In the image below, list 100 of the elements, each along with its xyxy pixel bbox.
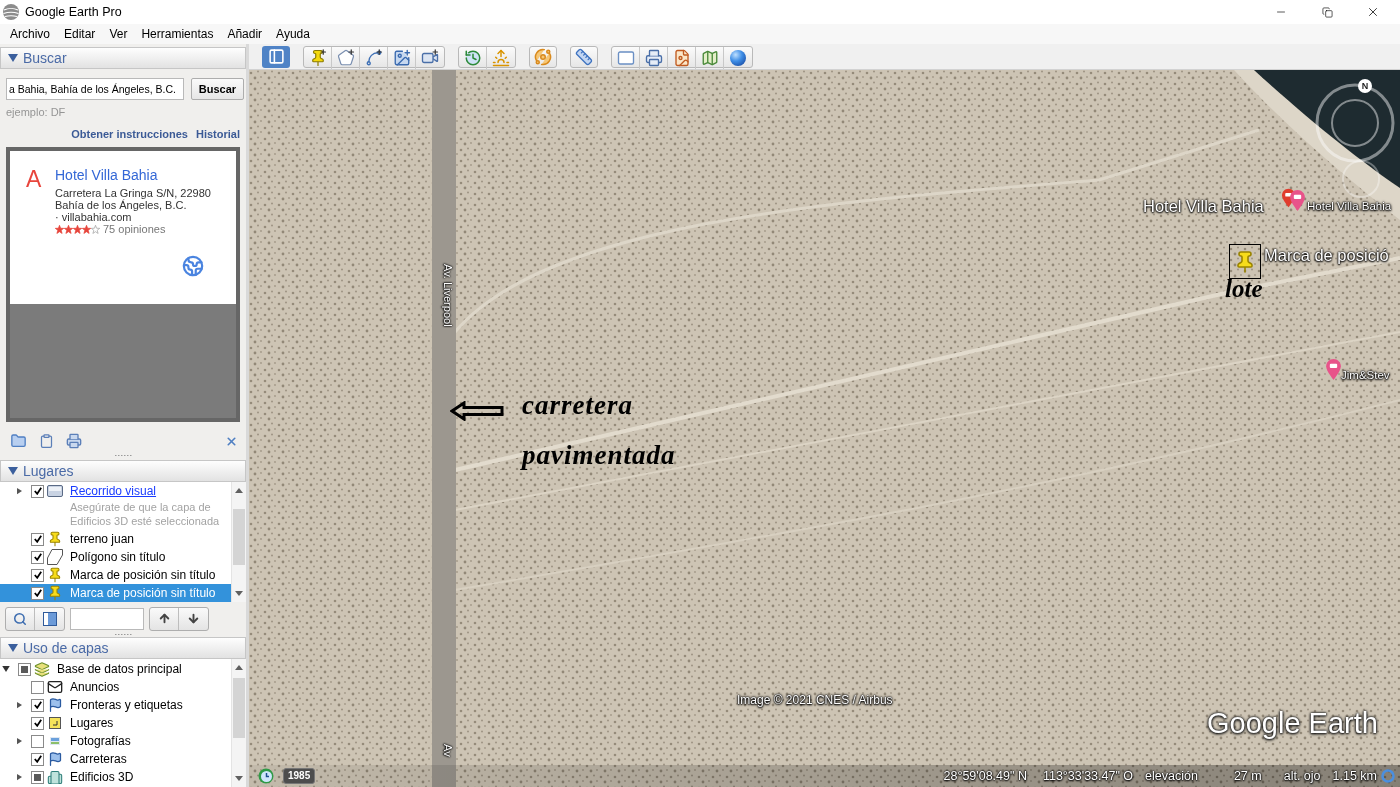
checkbox[interactable] xyxy=(31,770,44,784)
tree-item[interactable]: Fronteras y etiquetas xyxy=(0,696,231,714)
ruler-icon xyxy=(575,47,593,66)
printer-icon[interactable] xyxy=(66,433,82,449)
checkbox[interactable] xyxy=(31,734,44,748)
checkmark-icon xyxy=(33,535,42,543)
panel-header[interactable]: Lugares xyxy=(0,460,246,482)
map-pin-icon xyxy=(1326,359,1341,380)
checkbox[interactable] xyxy=(31,586,44,600)
expand-triangle-icon[interactable] xyxy=(8,54,18,62)
menu-item[interactable]: Ayuda xyxy=(269,28,317,40)
tree-item[interactable]: Polígono sin título xyxy=(0,548,231,566)
menu-item[interactable]: Ver xyxy=(102,28,135,40)
checkbox[interactable] xyxy=(31,532,44,546)
menu-item[interactable]: Editar xyxy=(57,28,103,40)
panel-header[interactable]: Buscar xyxy=(0,47,246,69)
checkbox[interactable] xyxy=(31,698,44,712)
checkmark-icon xyxy=(33,701,42,709)
panel-link[interactable]: Obtener instrucciones xyxy=(71,127,188,141)
scroll-down-arrow-icon[interactable] xyxy=(235,591,243,596)
panel-link[interactable]: Historial xyxy=(196,127,240,141)
restore-icon xyxy=(1321,6,1333,18)
panel-header[interactable]: Uso de capas xyxy=(0,637,246,659)
tree-item[interactable]: Edificios 3D xyxy=(0,768,231,786)
item-label: Marca de posición sin título xyxy=(70,569,216,581)
checkbox[interactable] xyxy=(31,484,44,498)
close-icon[interactable] xyxy=(225,434,238,448)
place-label: Hotel Villa Bahia xyxy=(1143,198,1264,215)
menu-item[interactable]: Añadir xyxy=(220,28,270,40)
toolbar-button[interactable] xyxy=(570,45,598,68)
toolbar-button[interactable] xyxy=(262,45,290,68)
scroll-down-arrow-icon[interactable] xyxy=(235,776,243,781)
filter-field[interactable] xyxy=(70,607,144,630)
checkbox[interactable] xyxy=(31,568,44,582)
item-label: Polígono sin título xyxy=(70,551,166,563)
expand-triangle-icon[interactable] xyxy=(8,467,18,475)
look-control-ring-icon[interactable] xyxy=(1342,160,1380,198)
tree-item[interactable]: terreno juan xyxy=(0,530,231,548)
polygon-plus-icon xyxy=(336,48,355,67)
expand-triangle-icon[interactable] xyxy=(17,737,22,745)
panel-title: Buscar xyxy=(23,51,67,65)
tree-item[interactable]: Fotografías xyxy=(0,732,231,750)
tree-item[interactable]: Lugares xyxy=(0,714,231,732)
result-card[interactable]: A Hotel Villa Bahia Carretera La Gringa S/N, 22980 Bahía de los Ángeles, B.C. · villabahia.com 75 opiniones xyxy=(10,151,236,304)
globe-icon[interactable] xyxy=(182,255,204,277)
place-label: Jim&Stev xyxy=(1341,370,1390,382)
image-plus-icon xyxy=(392,48,411,67)
checkbox[interactable] xyxy=(31,752,44,766)
scroll-up-arrow-icon[interactable] xyxy=(235,665,243,670)
scroll-up-arrow-icon[interactable] xyxy=(235,488,243,493)
tree-item[interactable]: Marca de posición sin título xyxy=(0,566,231,584)
scrollbar[interactable] xyxy=(231,659,246,787)
item-label: Anuncios xyxy=(70,681,120,693)
expand-triangle-icon[interactable] xyxy=(17,773,22,781)
tree-item[interactable]: Recorrido visual xyxy=(0,482,231,500)
handwritten-note: carretera xyxy=(522,392,633,419)
checkmark-icon xyxy=(33,589,42,597)
toolbar-button[interactable] xyxy=(529,45,557,68)
scrollbar-thumb[interactable] xyxy=(233,509,245,565)
scrollbar[interactable] xyxy=(231,482,246,602)
clock-icon[interactable] xyxy=(258,768,274,784)
handwritten-note: pavimentada xyxy=(522,442,676,469)
tour-link[interactable]: Recorrido visual xyxy=(70,485,157,497)
checkmark-icon xyxy=(33,553,42,561)
folder-plus-icon[interactable] xyxy=(10,433,27,449)
window-title: Google Earth Pro xyxy=(25,5,122,19)
address-line: Carretera La Gringa S/N, 22980 xyxy=(55,187,211,199)
clock-history-icon xyxy=(463,48,482,67)
pushpin-icon xyxy=(47,567,63,583)
expand-triangle-icon[interactable] xyxy=(8,644,18,652)
menu-item[interactable]: Archivo xyxy=(3,28,57,40)
imagery-year-label[interactable]: 1985 xyxy=(283,768,316,784)
item-label: terreno juan xyxy=(70,533,135,545)
checkbox[interactable] xyxy=(31,680,44,694)
clipboard-icon[interactable] xyxy=(39,433,54,449)
compass-ring-icon[interactable] xyxy=(1315,83,1395,163)
result-marker: A xyxy=(26,166,43,194)
scrollbar-thumb[interactable] xyxy=(233,678,245,738)
checkmark-icon xyxy=(33,719,42,727)
expand-triangle-icon[interactable] xyxy=(17,701,22,709)
search-field[interactable]: a Bahia, Bahía de los Ángeles, B.C. xyxy=(6,78,184,100)
map-icon xyxy=(700,48,719,67)
checkbox[interactable] xyxy=(31,550,44,564)
expand-triangle-icon[interactable] xyxy=(2,666,10,672)
square-icon xyxy=(49,717,61,729)
checkbox[interactable] xyxy=(18,662,31,676)
tree-item[interactable]: Carreteras xyxy=(0,750,231,768)
result-title-link[interactable]: Hotel Villa Bahia xyxy=(55,166,211,184)
expand-triangle-icon[interactable] xyxy=(17,487,22,495)
checkmark-icon xyxy=(33,755,42,763)
checkbox[interactable] xyxy=(31,716,44,730)
place-label: Hotel Villa Bahia xyxy=(1307,201,1392,213)
screen-icon xyxy=(47,485,63,497)
menu-item[interactable]: Herramientas xyxy=(134,28,221,40)
place-label: Marca de posició xyxy=(1264,247,1389,264)
arrow-up-icon xyxy=(157,612,171,625)
tree-item[interactable]: Anuncios xyxy=(0,678,231,696)
tree-item[interactable]: Base de datos principal xyxy=(0,660,231,678)
envelope-icon xyxy=(47,679,63,695)
search-button[interactable]: Buscar xyxy=(191,78,244,100)
